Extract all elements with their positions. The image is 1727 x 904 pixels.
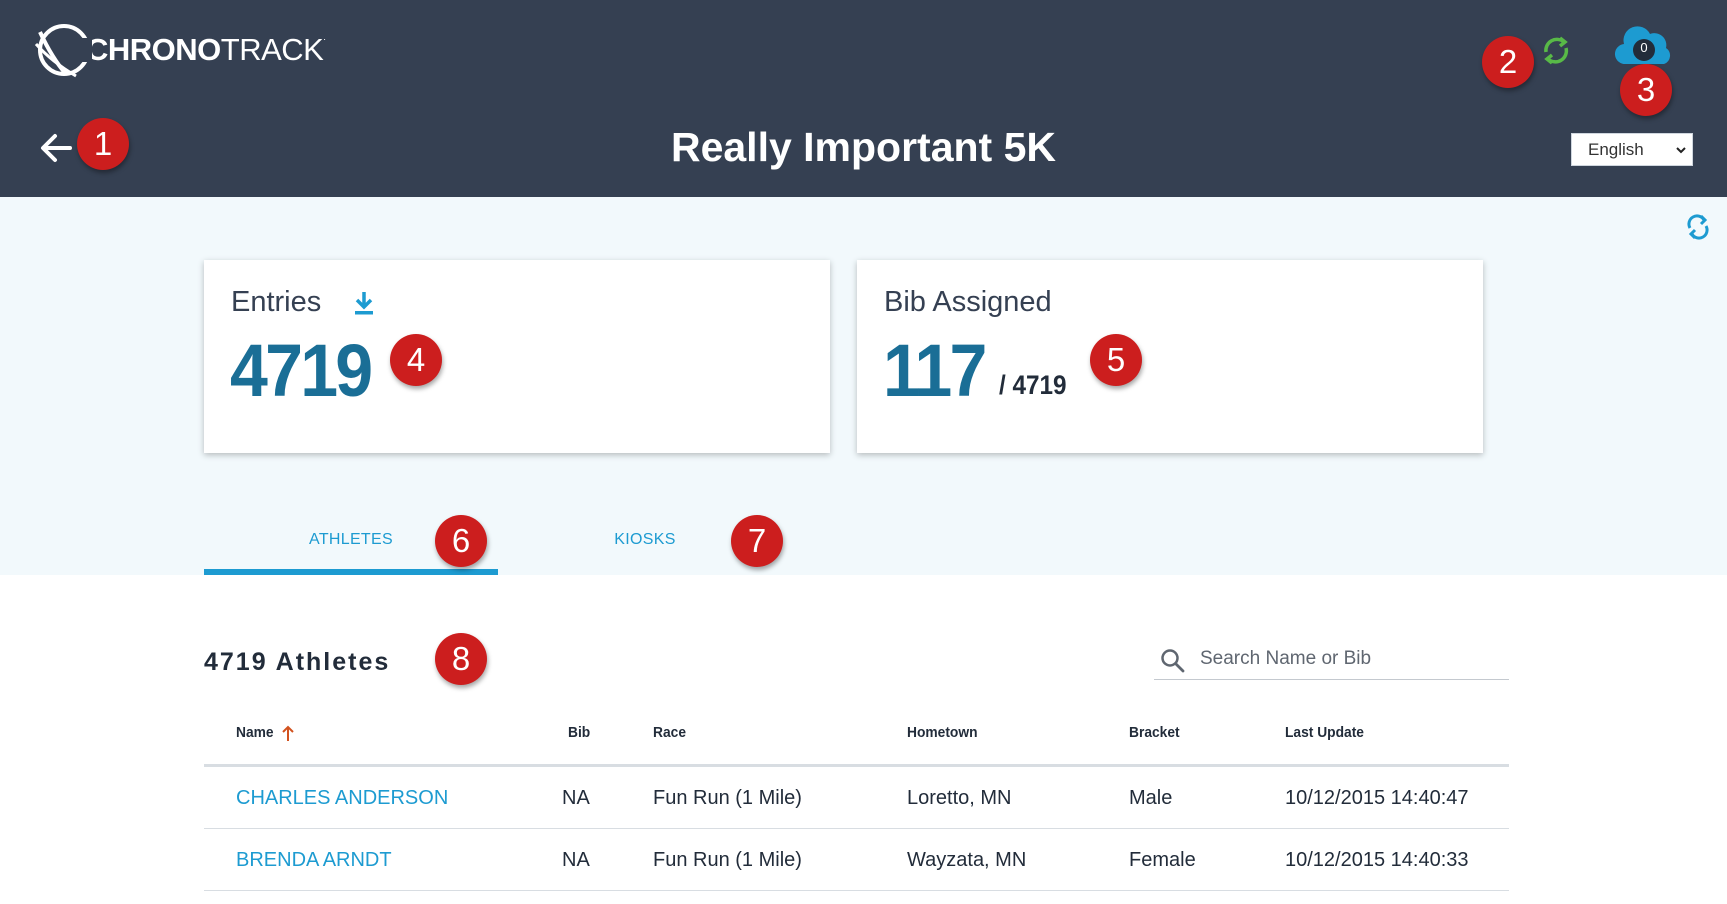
refresh-button[interactable] (1684, 213, 1712, 241)
annotation-marker-1: 1 (77, 118, 129, 170)
logo-mark-icon (32, 18, 92, 82)
bib-assigned-count: 117 (883, 329, 987, 412)
bib-assigned-title: Bib Assigned (884, 286, 1052, 318)
athlete-race: Fun Run (1 Mile) (653, 849, 802, 871)
athlete-bib: NA (562, 849, 590, 871)
column-header-race[interactable]: Race (653, 724, 686, 741)
entries-card: Entries 4719 (204, 260, 830, 453)
column-header-last-update[interactable]: Last Update (1285, 724, 1364, 741)
athletes-count-heading: 4719 Athletes (204, 648, 391, 676)
column-header-bib[interactable]: Bib (568, 724, 590, 741)
search-box (1154, 640, 1509, 680)
athlete-race: Fun Run (1 Mile) (653, 787, 802, 809)
annotation-marker-5: 5 (1090, 334, 1142, 386)
athlete-name-link[interactable]: CHARLES ANDERSON (236, 787, 448, 810)
table-header-row: Name Bib Race Hometown Bracket Last Upda… (204, 712, 1509, 767)
logo-text-bold: CHRONO (86, 32, 221, 67)
table-row: CHARLES ANDERSON NA Fun Run (1 Mile) Lor… (204, 767, 1509, 829)
tab-kiosks-label: KIOSKS (614, 531, 676, 548)
column-header-bracket[interactable]: Bracket (1129, 724, 1180, 741)
logo-text-light: TRACK (220, 32, 324, 67)
annotation-marker-3: 3 (1620, 64, 1672, 116)
annotation-marker-6: 6 (435, 515, 487, 567)
sync-button[interactable] (1538, 32, 1574, 68)
tab-athletes-label: ATHLETES (309, 531, 393, 548)
athlete-name-link[interactable]: BRENDA ARNDT (236, 849, 392, 872)
athlete-bracket: Female (1129, 849, 1196, 871)
app-header: CHRONOTRACK. Really Important 5K 0 Engli… (0, 0, 1727, 197)
annotation-marker-8: 8 (435, 633, 487, 685)
sync-icon (1544, 36, 1569, 65)
annotation-marker-7: 7 (731, 515, 783, 567)
language-select-value: English (1588, 139, 1644, 159)
athlete-bib: NA (562, 787, 590, 809)
column-header-name[interactable]: Name (236, 724, 274, 741)
active-tab-indicator (204, 569, 498, 575)
column-header-hometown[interactable]: Hometown (907, 724, 978, 741)
annotation-marker-4: 4 (390, 334, 442, 386)
athlete-last-update: 10/12/2015 14:40:47 (1285, 787, 1469, 809)
cloud-count-badge: 0 (1640, 40, 1648, 55)
search-input[interactable] (1200, 644, 1500, 674)
athlete-hometown: Loretto, MN (907, 787, 1012, 809)
athletes-table: Name Bib Race Hometown Bracket Last Upda… (204, 712, 1509, 891)
refresh-icon (1687, 214, 1709, 240)
logo-mark-dot: . (323, 32, 326, 42)
athlete-last-update: 10/12/2015 14:40:33 (1285, 849, 1469, 871)
table-row: BRENDA ARNDT NA Fun Run (1 Mile) Wayzata… (204, 829, 1509, 891)
search-icon (1161, 649, 1185, 673)
page-title: Really Important 5K (670, 124, 1057, 170)
sort-up-arrow-icon[interactable] (281, 724, 295, 742)
athlete-hometown: Wayzata, MN (907, 849, 1027, 871)
entries-title: Entries (231, 286, 322, 318)
download-icon[interactable] (352, 288, 376, 318)
annotation-marker-2: 2 (1482, 36, 1534, 88)
language-select[interactable]: English (1571, 133, 1693, 166)
logo-text: CHRONOTRACK. (86, 32, 326, 68)
athlete-bracket: Male (1129, 787, 1173, 809)
chronotrack-logo: CHRONOTRACK. (32, 18, 326, 82)
entries-count: 4719 (230, 329, 373, 412)
bib-assigned-card: Bib Assigned 117 / 4719 (857, 260, 1483, 453)
chevron-down-icon (1676, 147, 1686, 154)
bib-assigned-total: / 4719 (999, 370, 1067, 400)
